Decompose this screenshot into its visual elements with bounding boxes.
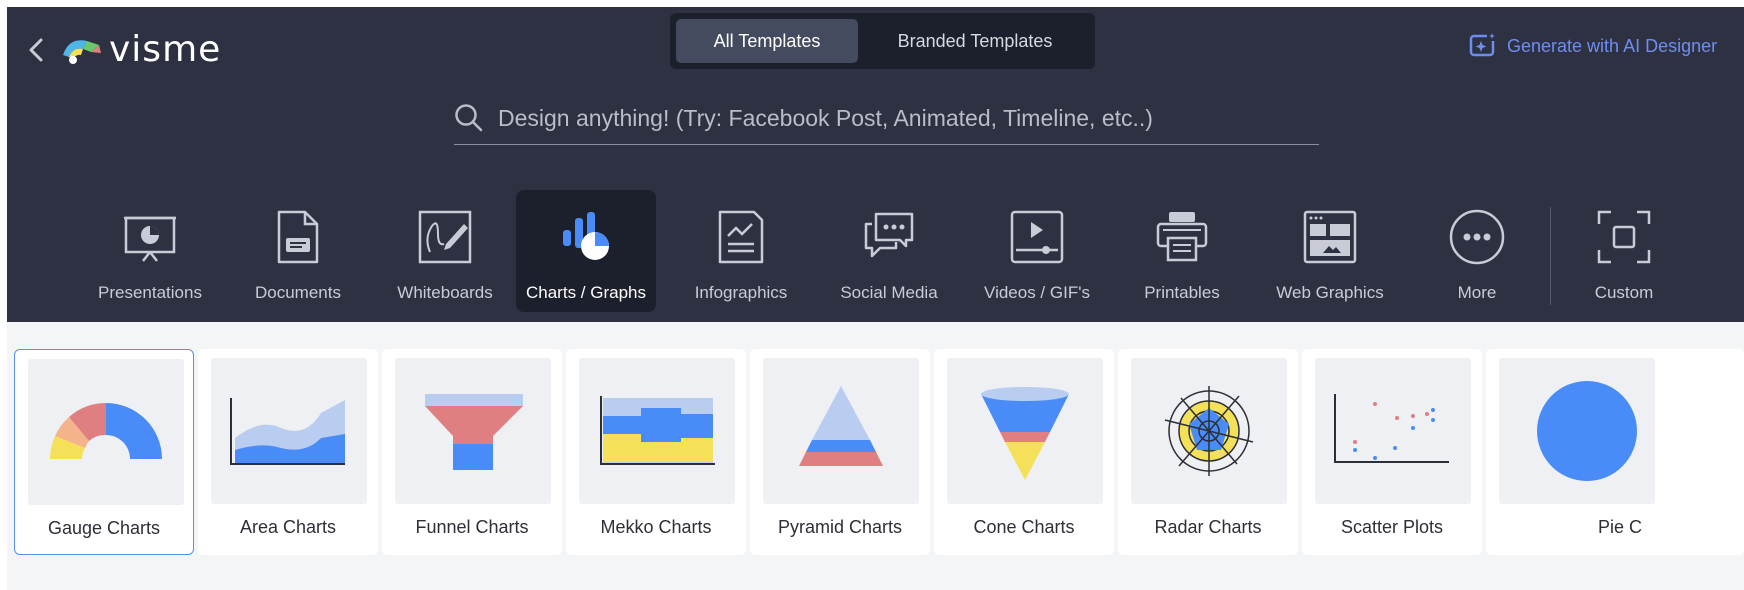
chat-bubbles-icon	[864, 212, 914, 258]
category-label: Documents	[255, 283, 341, 302]
template-label: Gauge Charts	[47, 518, 161, 538]
category-charts-graphs[interactable]: Charts / Graphs	[516, 190, 656, 312]
back-arrow-icon[interactable]	[21, 34, 53, 66]
search-bar	[454, 92, 1319, 145]
template-label: Area Charts	[239, 517, 337, 537]
category-whiteboards[interactable]: Whiteboards	[375, 190, 515, 312]
template-card-pyramid[interactable]: Pyramid Charts	[750, 349, 930, 555]
category-label: Web Graphics	[1276, 283, 1384, 302]
presentation-icon	[124, 216, 176, 262]
web-graphics-icon	[1303, 210, 1357, 264]
funnel-chart-thumbnail	[395, 358, 551, 504]
category-presentations[interactable]: Presentations	[80, 190, 220, 312]
document-icon	[277, 210, 319, 264]
infographic-icon	[718, 210, 764, 264]
category-label: Printables	[1144, 283, 1220, 302]
category-label: Charts / Graphs	[526, 283, 646, 302]
category-label: Social Media	[840, 283, 938, 302]
template-card-radar[interactable]: Radar Charts	[1118, 349, 1298, 555]
cone-chart-thumbnail	[947, 358, 1103, 504]
radar-chart-thumbnail	[1131, 358, 1287, 504]
category-web-graphics[interactable]: Web Graphics	[1260, 190, 1400, 312]
template-card-scatter[interactable]: Scatter Plots	[1302, 349, 1482, 555]
template-label: Pie C	[1597, 517, 1642, 537]
custom-size-icon	[1597, 210, 1651, 264]
header: visme All Templates Branded Templates Ge…	[7, 7, 1744, 322]
template-label: Pyramid Charts	[777, 517, 903, 537]
generate-ai-label: Generate with AI Designer	[1507, 35, 1718, 56]
video-icon	[1010, 210, 1064, 264]
tab-branded-templates[interactable]: Branded Templates	[860, 19, 1090, 63]
category-videos-gifs[interactable]: Videos / GIF's	[967, 190, 1107, 312]
category-documents[interactable]: Documents	[228, 190, 368, 312]
mekko-chart-thumbnail	[579, 358, 735, 504]
printer-icon	[1156, 212, 1208, 262]
scatter-plot-thumbnail	[1315, 358, 1471, 504]
template-scope-toggle: All Templates Branded Templates	[670, 13, 1095, 69]
template-label: Scatter Plots	[1340, 517, 1444, 537]
category-label: Custom	[1594, 283, 1654, 302]
template-card-funnel[interactable]: Funnel Charts	[382, 349, 562, 555]
chart-icon	[563, 212, 609, 260]
brand-name: visme	[109, 29, 222, 70]
category-more[interactable]: More	[1407, 190, 1547, 312]
template-card-pie[interactable]: Pie C	[1486, 349, 1744, 555]
pie-chart-thumbnail	[1499, 358, 1655, 504]
template-label: Cone Charts	[973, 517, 1075, 537]
search-icon	[455, 104, 483, 132]
more-icon	[1449, 209, 1505, 265]
gauge-chart-thumbnail	[28, 359, 184, 505]
search-input[interactable]	[496, 103, 1300, 133]
category-custom[interactable]: Custom	[1554, 190, 1694, 312]
template-cards-row: Gauge Charts Area Charts Funnel Charts M…	[7, 322, 1744, 590]
pyramid-chart-thumbnail	[763, 358, 919, 504]
category-label: Whiteboards	[397, 283, 493, 302]
category-label: More	[1457, 283, 1497, 302]
template-card-mekko[interactable]: Mekko Charts	[566, 349, 746, 555]
template-card-cone[interactable]: Cone Charts	[934, 349, 1114, 555]
category-social-media[interactable]: Social Media	[819, 190, 959, 312]
visme-logo-icon	[63, 39, 101, 64]
category-label: Videos / GIF's	[984, 283, 1090, 302]
category-infographics[interactable]: Infographics	[671, 190, 811, 312]
area-chart-thumbnail	[211, 358, 367, 504]
template-card-area[interactable]: Area Charts	[198, 349, 378, 555]
template-label: Funnel Charts	[415, 517, 529, 537]
template-label: Radar Charts	[1154, 517, 1262, 537]
generate-ai-button[interactable]: Generate with AI Designer	[1469, 33, 1717, 59]
whiteboard-icon	[418, 210, 472, 264]
tab-all-templates[interactable]: All Templates	[676, 19, 858, 63]
category-label: Presentations	[98, 283, 202, 302]
visme-logo[interactable]: visme	[59, 29, 221, 70]
category-divider	[1550, 207, 1551, 305]
category-printables[interactable]: Printables	[1112, 190, 1252, 312]
ai-sparkle-icon	[1469, 33, 1497, 57]
template-card-gauge[interactable]: Gauge Charts	[14, 349, 194, 555]
template-label: Mekko Charts	[600, 517, 712, 537]
category-label: Infographics	[694, 283, 788, 302]
